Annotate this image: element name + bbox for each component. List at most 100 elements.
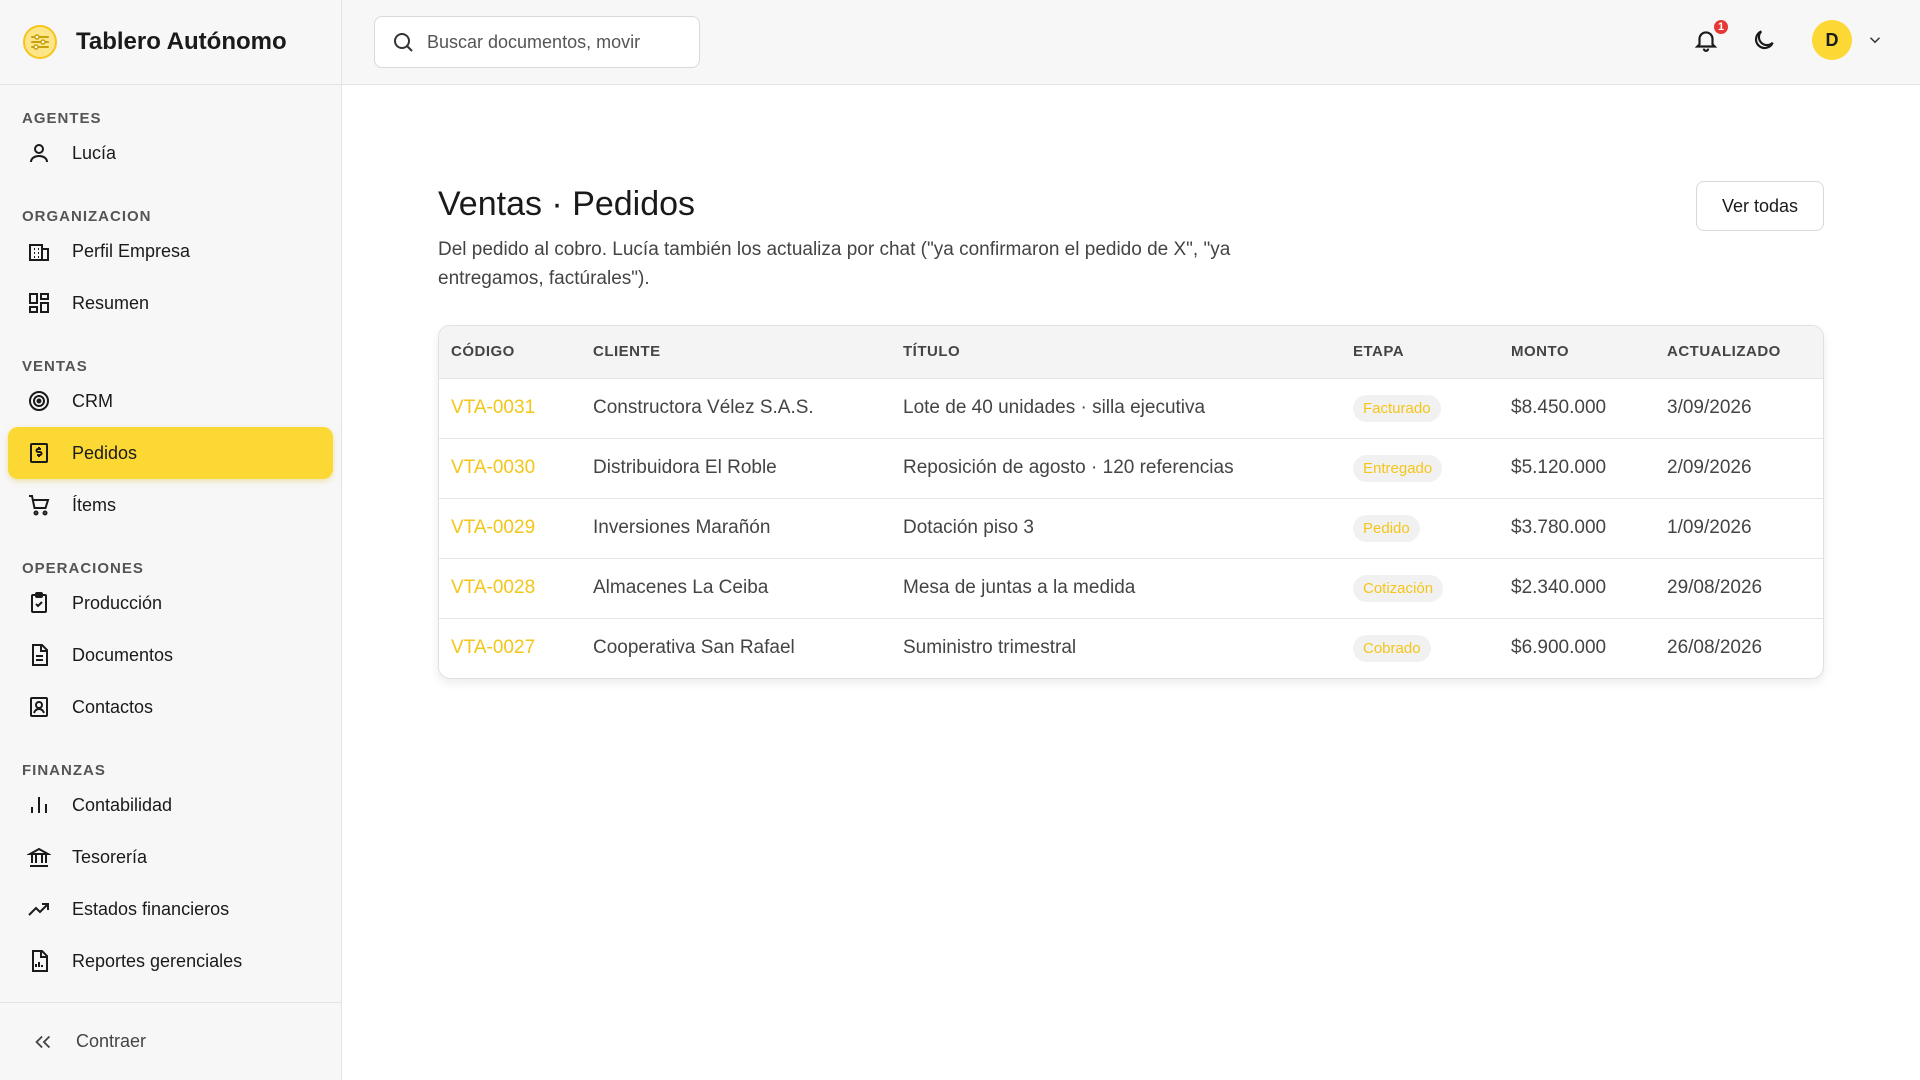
table-header-row: CÓDIGO CLIENTE TÍTULO ETAPA MONTO ACTUAL… <box>439 326 1823 378</box>
sidebar-item-label: Reportes gerenciales <box>72 950 243 971</box>
page-title: Ventas · Pedidos <box>438 185 696 223</box>
title-cell: Lote de 40 unidades · silla ejecutiva <box>903 397 1206 418</box>
target-icon <box>26 388 52 414</box>
search-box[interactable] <box>374 16 700 68</box>
client-cell: Almacenes La Ceiba <box>593 577 769 598</box>
client-cell: Inversiones Marañón <box>593 517 771 538</box>
client-cell: Constructora Vélez S.A.S. <box>593 397 814 418</box>
building-icon <box>26 238 52 264</box>
chevron-down-icon[interactable] <box>1866 31 1884 49</box>
topbar: 1 D <box>342 0 1920 85</box>
sidebar-item-label: Pedidos <box>72 442 138 463</box>
title-cell: Dotación piso 3 <box>903 517 1034 538</box>
report-icon <box>26 948 52 974</box>
column-header-etapa[interactable]: ETAPA <box>1341 326 1499 378</box>
table-row[interactable]: VTA-0030 Distribuidora El Roble Reposici… <box>439 438 1823 498</box>
amount-cell: $8.450.000 <box>1511 397 1607 418</box>
sidebar-item-label: Contabilidad <box>72 794 173 815</box>
order-code-link[interactable]: VTA-0028 <box>439 558 581 618</box>
sidebar-item-contabilidad[interactable]: Contabilidad <box>8 779 333 831</box>
sidebar-item-label: CRM <box>72 390 113 411</box>
app-title: Tablero Autónomo <box>76 28 287 55</box>
order-code-link[interactable]: VTA-0027 <box>439 618 581 678</box>
sidebar-item-label: Lucía <box>72 142 117 163</box>
search-icon <box>391 30 415 54</box>
sidebar-item-reportes-gerenciales[interactable]: Reportes gerenciales <box>8 935 333 987</box>
search-input[interactable] <box>427 31 687 53</box>
cart-icon <box>26 492 52 518</box>
updated-cell: 2/09/2026 <box>1667 457 1752 478</box>
collapse-label: Contraer <box>76 1031 147 1051</box>
moon-icon <box>1751 27 1777 53</box>
sidebar-item-label: Perfil Empresa <box>72 240 191 261</box>
order-code-link[interactable]: VTA-0030 <box>439 438 581 498</box>
bank-icon <box>26 844 52 870</box>
sidebar-item-perfil-empresa[interactable]: Perfil Empresa <box>8 225 333 277</box>
sidebar-item-label: Tesorería <box>72 846 148 867</box>
collapse-sidebar-button[interactable]: Contraer <box>0 1002 342 1080</box>
updated-cell: 29/08/2026 <box>1667 577 1763 598</box>
sidebar-item-label: Documentos <box>72 644 174 665</box>
column-header-actualizado[interactable]: ACTUALIZADO <box>1655 326 1823 378</box>
stage-cell: Cobrado <box>1341 618 1499 678</box>
sidebar-item-items[interactable]: Ítems <box>8 479 333 531</box>
section-label-agentes: AGENTES <box>22 110 102 127</box>
updated-cell: 1/09/2026 <box>1667 517 1752 538</box>
sidebar-item-crm[interactable]: CRM <box>8 375 333 427</box>
amount-cell: $5.120.000 <box>1511 457 1607 478</box>
bar-chart-icon <box>26 792 52 818</box>
stage-cell: Cotización <box>1341 558 1499 618</box>
section-label-ventas: VENTAS <box>22 358 88 375</box>
contact-icon <box>26 694 52 720</box>
stage-cell: Pedido <box>1341 498 1499 558</box>
sidebar-item-label: Ítems <box>72 494 117 515</box>
stage-badge: Entregado <box>1353 454 1443 482</box>
table-row[interactable]: VTA-0031 Constructora Vélez S.A.S. Lote … <box>439 378 1823 438</box>
table-row[interactable]: VTA-0027 Cooperativa San Rafael Suminist… <box>439 618 1823 678</box>
sidebar-item-pedidos[interactable]: Pedidos <box>8 427 333 479</box>
brand-logo-icon <box>23 25 57 59</box>
view-all-button[interactable]: Ver todas <box>1696 181 1824 231</box>
brand[interactable]: Tablero Autónomo <box>0 0 341 85</box>
section-label-operaciones: OPERACIONES <box>22 560 144 577</box>
stage-badge: Facturado <box>1353 394 1441 422</box>
stage-badge: Cobrado <box>1353 634 1431 662</box>
dashboard-icon <box>26 290 52 316</box>
sidebar-item-contactos[interactable]: Contactos <box>8 681 333 733</box>
sidebar: Tablero Autónomo AGENTES Lucía ORGANIZAC… <box>0 0 342 1080</box>
trending-up-icon <box>26 896 52 922</box>
sidebar-item-produccion[interactable]: Producción <box>8 577 333 629</box>
user-icon <box>26 140 52 166</box>
sidebar-item-label: Producción <box>72 592 163 613</box>
sidebar-item-lucia[interactable]: Lucía <box>8 127 333 179</box>
sidebar-item-label: Resumen <box>72 292 150 313</box>
amount-cell: $6.900.000 <box>1511 637 1607 659</box>
table-row[interactable]: VTA-0029 Inversiones Marañón Dotación pi… <box>439 498 1823 558</box>
notifications-button[interactable]: 1 <box>1690 18 1730 56</box>
amount-cell: $3.780.000 <box>1511 517 1607 538</box>
stage-cell: Facturado <box>1341 378 1499 438</box>
top-actions: 1 D <box>1690 18 1884 60</box>
column-header-cliente[interactable]: CLIENTE <box>581 326 891 378</box>
sidebar-item-tesoreria[interactable]: Tesorería <box>8 831 333 883</box>
sidebar-nav: AGENTES Lucía ORGANIZACION Perfil Empres… <box>0 99 341 987</box>
orders-table: CÓDIGO CLIENTE TÍTULO ETAPA MONTO ACTUAL… <box>438 325 1824 679</box>
invoice-icon <box>26 440 52 466</box>
theme-toggle-button[interactable] <box>1748 24 1780 56</box>
sidebar-item-documentos[interactable]: Documentos <box>8 629 333 681</box>
avatar[interactable]: D <box>1812 20 1852 60</box>
client-cell: Cooperativa San Rafael <box>593 637 795 659</box>
document-icon <box>26 642 52 668</box>
order-code-link[interactable]: VTA-0029 <box>439 498 581 558</box>
clipboard-check-icon <box>26 590 52 616</box>
sidebar-item-label: Contactos <box>72 696 154 717</box>
sidebar-item-resumen[interactable]: Resumen <box>8 277 333 329</box>
title-cell: Suministro trimestral <box>903 637 1077 659</box>
column-header-codigo[interactable]: CÓDIGO <box>439 326 581 378</box>
order-code-link[interactable]: VTA-0031 <box>439 378 581 438</box>
column-header-monto[interactable]: MONTO <box>1499 326 1655 378</box>
table-row[interactable]: VTA-0028 Almacenes La Ceiba Mesa de junt… <box>439 558 1823 618</box>
column-header-titulo[interactable]: TÍTULO <box>891 326 1341 378</box>
sidebar-item-estados-financieros[interactable]: Estados financieros <box>8 883 333 935</box>
updated-cell: 3/09/2026 <box>1667 397 1752 418</box>
